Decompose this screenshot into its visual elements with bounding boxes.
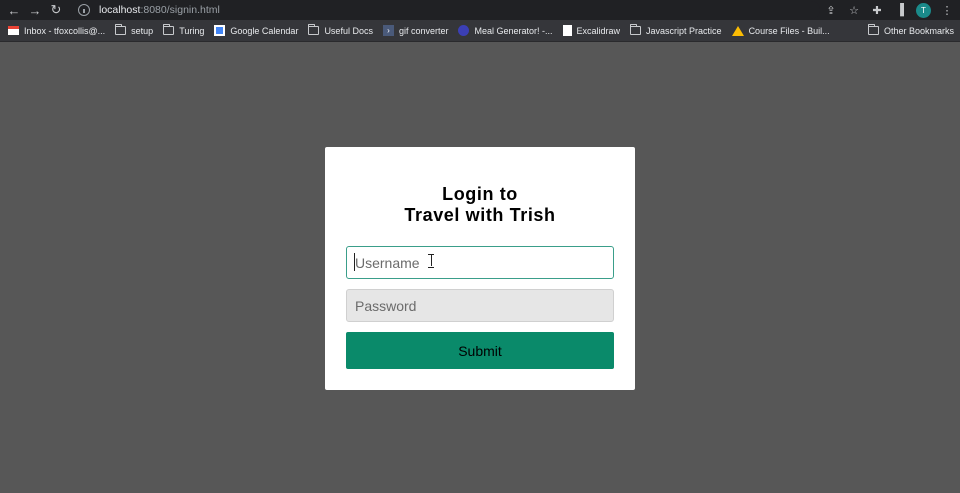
bookmark-label: Course Files - Buil... <box>748 25 830 36</box>
folder-icon <box>867 24 879 35</box>
folder-icon <box>163 24 175 35</box>
address-bar[interactable]: localhost:8080/signin.html <box>70 1 820 19</box>
bookmark-turing[interactable]: Turing <box>163 24 205 36</box>
bookmark-label: Excalidraw <box>576 25 621 36</box>
google-calendar-icon <box>214 25 226 36</box>
other-bookmarks[interactable]: Other Bookmarks <box>867 24 954 36</box>
bookmark-gif-converter[interactable]: › gif converter <box>382 25 449 36</box>
bookmark-setup[interactable]: setup <box>115 24 154 36</box>
kebab-menu-icon[interactable]: ⋮ <box>940 4 954 17</box>
bookmark-label: Meal Generator! -... <box>474 25 553 36</box>
text-caret <box>354 253 355 271</box>
folder-icon <box>630 24 642 35</box>
login-card: Login toTravel with Trish Submit <box>325 147 635 390</box>
bookmark-meal-generator[interactable]: Meal Generator! -... <box>458 25 553 36</box>
password-input[interactable] <box>346 289 614 322</box>
username-input[interactable] <box>346 246 614 279</box>
gif-converter-icon: › <box>382 25 394 36</box>
gmail-icon <box>8 26 19 35</box>
folder-icon <box>115 24 127 35</box>
bookmark-label: Turing <box>179 25 205 36</box>
google-drive-icon <box>731 25 744 36</box>
bookmark-useful-docs[interactable]: Useful Docs <box>308 24 373 36</box>
toolbar-actions: ⇪ ☆ ✚ ▐ T ⋮ <box>824 1 954 19</box>
bookmark-label: Other Bookmarks <box>883 25 954 36</box>
browser-toolbar: ← → ↻ localhost:8080/signin.html ⇪ ☆ ✚ ▐… <box>0 0 960 20</box>
title-line-1: Login to <box>442 184 518 204</box>
bookmark-label: setup <box>131 25 154 36</box>
bookmark-javascript-practice[interactable]: Javascript Practice <box>630 24 722 36</box>
excalidraw-icon <box>562 25 572 36</box>
site-info-icon[interactable] <box>78 4 90 16</box>
bookmark-label: Google Calendar <box>230 25 299 36</box>
bookmark-label: Useful Docs <box>324 25 373 36</box>
url-text[interactable]: localhost:8080/signin.html <box>99 4 220 16</box>
side-panel-icon[interactable]: ▐ <box>893 4 907 16</box>
bookmark-label: Inbox - tfoxcollis@... <box>24 25 106 36</box>
profile-avatar[interactable]: T <box>916 2 931 18</box>
meal-generator-icon <box>458 25 470 36</box>
folder-icon <box>308 24 320 35</box>
bookmark-label: Javascript Practice <box>646 25 722 36</box>
extensions-icon[interactable]: ✚ <box>870 4 884 17</box>
text-cursor-icon <box>428 254 434 268</box>
url-host: localhost <box>99 4 141 16</box>
bookmark-google-calendar[interactable]: Google Calendar <box>214 25 298 36</box>
bookmark-star-icon[interactable]: ☆ <box>847 4 861 17</box>
bookmark-excalidraw[interactable]: Excalidraw <box>562 25 621 36</box>
forward-arrow-icon[interactable]: → <box>26 1 44 19</box>
reload-icon[interactable]: ↻ <box>47 1 65 19</box>
bookmark-inbox[interactable]: Inbox - tfoxcollis@... <box>8 26 105 36</box>
bookmark-course-files[interactable]: Course Files - Buil... <box>731 25 830 36</box>
title-line-2: Travel with Trish <box>404 205 556 225</box>
share-icon[interactable]: ⇪ <box>824 4 838 17</box>
back-arrow-icon[interactable]: ← <box>5 1 23 19</box>
submit-button[interactable]: Submit <box>346 332 614 369</box>
bookmark-label: gif converter <box>398 25 449 36</box>
bookmarks-bar: Inbox - tfoxcollis@... setup Turing Goog… <box>0 20 960 42</box>
url-path: :8080/signin.html <box>140 4 220 16</box>
login-title: Login to Travel with Trish <box>325 184 635 226</box>
